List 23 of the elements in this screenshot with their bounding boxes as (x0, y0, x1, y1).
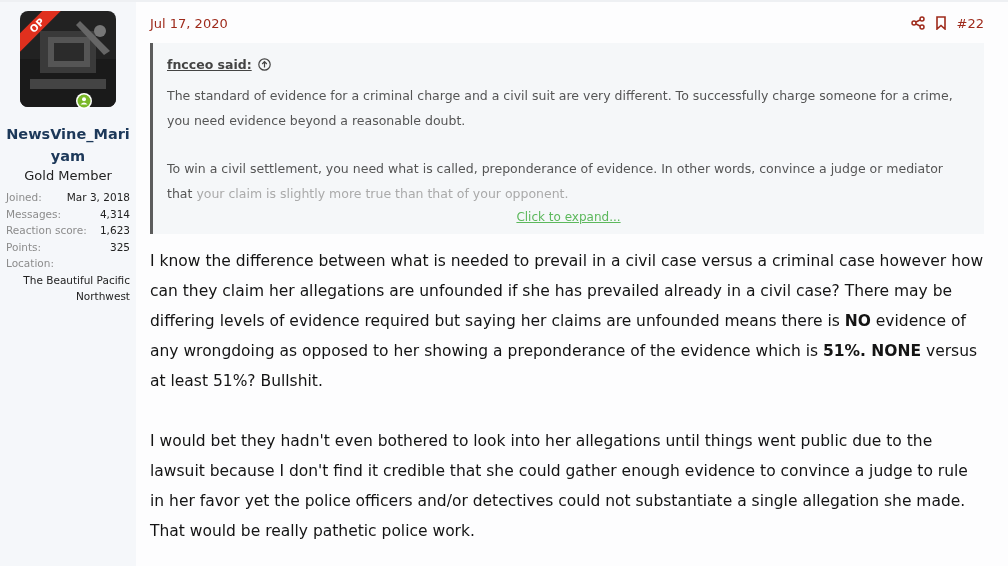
post-paragraph: I would bet they hadn't even bothered to look into her allegations until things went public due to the lawsuit because I don't find it credible that she could gather enough evidence to convince a judge to rule in her favor yet the police officers and/or detectives could not substantiate a single allegation she made. That would be really pathetic police work. (150, 431, 969, 542)
quote-text: The standard of evidence for a criminal charge and a civil suit are very different. To successfully charge someone for a crime, you need evidence beyond a reasonable doubt. (167, 87, 954, 130)
stat-label: Location: (6, 256, 54, 271)
bookmark-icon[interactable] (934, 16, 947, 30)
user-title: Gold Member (24, 168, 112, 183)
stat-value: 4,314 (99, 206, 130, 222)
quote-author[interactable]: fncceo said: (167, 57, 252, 72)
stat-label: Messages: (6, 206, 62, 222)
stat-label: Reaction score: (6, 223, 87, 238)
post-date[interactable]: Jul 17, 2020 (150, 15, 228, 31)
stat-value: 325 (109, 239, 130, 255)
post-paragraph: I know the difference between what is needed to prevail in a civil case versus a criminal case however how can they claim her allegations are unfounded if she has prevailed already in a civil case? There may be differing levels of evidence required but saying her claims are unfounded means there is NO evidence of any wrongdoing as opposed to her showing a preponderance of the evidence which is 51%. NONE versus at least 51%? Bullshit. (150, 251, 984, 392)
stat-label: Joined: (6, 190, 42, 205)
share-icon[interactable] (910, 16, 925, 30)
quote-text: To win a civil settlement, you need what is called, preponderance of evidence. In other words, convince a judge or mediator that your claim is slightly more true than that of your opponent. (167, 160, 944, 203)
location-value: The Beautiful Pacific Northwest (22, 272, 130, 304)
username[interactable]: NewsVine_Mariyam (6, 123, 130, 167)
arrow-up-circle-icon[interactable] (257, 58, 271, 71)
stat-value: Mar 3, 2018 (66, 190, 130, 205)
post-number[interactable]: #22 (956, 15, 984, 31)
online-status-icon (76, 93, 92, 109)
stat-label: Points: (6, 239, 42, 255)
stat-value: 1,623 (99, 223, 130, 238)
